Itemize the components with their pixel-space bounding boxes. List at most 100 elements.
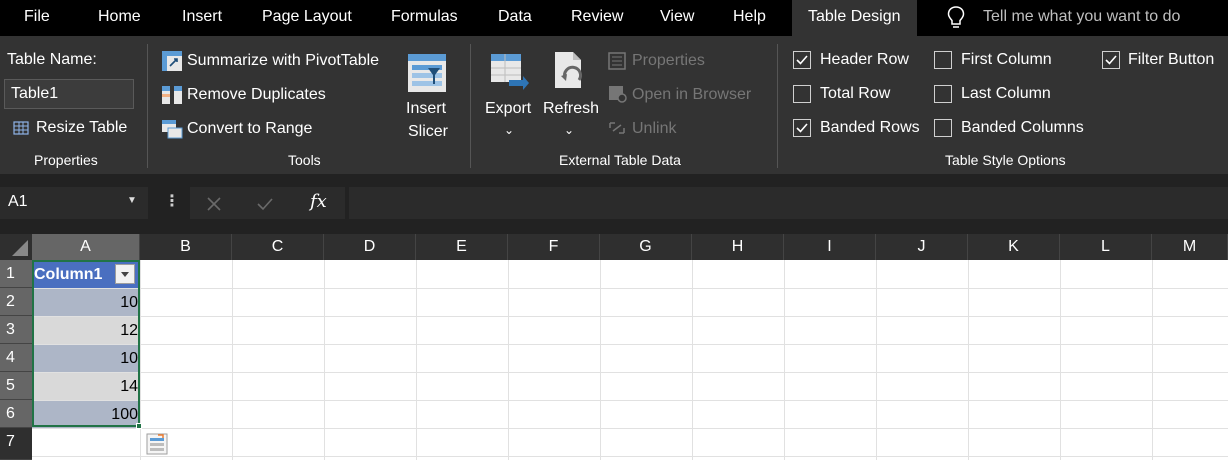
row-header-2[interactable]: 2: [0, 288, 32, 316]
gridline: [32, 288, 1228, 289]
table-row-cell[interactable]: 10: [32, 345, 140, 372]
first-column-checkbox[interactable]: [934, 51, 952, 69]
export-button[interactable]: Export: [485, 99, 531, 119]
insert-slicer-button[interactable]: Insert: [406, 99, 446, 119]
formula-bar-options-icon[interactable]: ⋮: [164, 191, 180, 211]
resize-table-button[interactable]: Resize Table: [36, 118, 127, 138]
row-header-1[interactable]: 1: [0, 260, 32, 288]
pivot-table-icon: [162, 51, 182, 71]
quick-analysis-icon[interactable]: [146, 433, 168, 455]
fill-handle[interactable]: [136, 423, 142, 429]
column-header-b[interactable]: B: [140, 234, 232, 260]
refresh-dropdown-icon[interactable]: ⌄: [564, 120, 574, 140]
column-header-c[interactable]: C: [232, 234, 324, 260]
formula-input[interactable]: [349, 187, 1228, 219]
group-separator: [777, 44, 778, 168]
menu-help[interactable]: Help: [733, 0, 766, 36]
column-header-k[interactable]: K: [968, 234, 1060, 260]
menu-table-design[interactable]: Table Design: [792, 0, 917, 36]
menu-file[interactable]: File: [24, 0, 50, 36]
export-icon: [491, 54, 529, 90]
tell-me-search[interactable]: Tell me what you want to do: [983, 0, 1180, 34]
refresh-button[interactable]: Refresh: [543, 99, 599, 119]
remove-duplicates-button[interactable]: Remove Duplicates: [187, 85, 326, 105]
table-name-label: Table Name:: [7, 51, 97, 68]
menu-review[interactable]: Review: [571, 0, 623, 36]
row-header-5[interactable]: 5: [0, 372, 32, 400]
row-header-3[interactable]: 3: [0, 316, 32, 344]
menu-bar: File Home Insert Page Layout Formulas Da…: [0, 0, 1228, 36]
banded-rows-label: Banded Rows: [820, 119, 920, 136]
name-box-value: A1: [8, 193, 28, 210]
open-in-browser-button[interactable]: Open in Browser: [632, 85, 751, 105]
gridline: [968, 260, 969, 460]
column-header-h[interactable]: H: [692, 234, 784, 260]
convert-to-range-button[interactable]: Convert to Range: [187, 119, 312, 139]
table-row-cell[interactable]: 12: [32, 317, 140, 344]
unlink-icon: [609, 122, 625, 134]
menu-data[interactable]: Data: [498, 0, 532, 36]
menu-page-layout[interactable]: Page Layout: [262, 0, 352, 36]
column-header-e[interactable]: E: [416, 234, 508, 260]
last-column-checkbox[interactable]: [934, 85, 952, 103]
column-header-j[interactable]: J: [876, 234, 968, 260]
table-row-cell[interactable]: 100: [32, 401, 140, 428]
enter-check-icon[interactable]: [256, 196, 274, 212]
row-header-7[interactable]: 7: [0, 428, 32, 460]
select-all-corner[interactable]: [0, 234, 32, 260]
row-header-6[interactable]: 6: [0, 400, 32, 428]
header-row-checkbox[interactable]: [793, 51, 811, 69]
filter-button-label: Filter Button: [1128, 51, 1215, 68]
dropdown-arrow-icon: [121, 272, 129, 277]
banded-columns-label: Banded Columns: [961, 119, 1084, 136]
menu-home[interactable]: Home: [98, 0, 141, 36]
summarize-pivot-button[interactable]: Summarize with PivotTable: [187, 51, 379, 71]
filter-button-checkbox[interactable]: [1102, 51, 1120, 69]
gridline: [416, 260, 417, 460]
banded-columns-checkbox[interactable]: [934, 119, 952, 137]
name-box[interactable]: A1 ▼: [0, 187, 148, 219]
column-header-l[interactable]: L: [1060, 234, 1152, 260]
unlink-button[interactable]: Unlink: [632, 119, 676, 139]
menu-formulas[interactable]: Formulas: [391, 0, 458, 36]
refresh-icon: [555, 52, 583, 88]
table-row-cell[interactable]: 10: [32, 289, 140, 316]
column-header-m[interactable]: M: [1152, 234, 1228, 260]
group-separator: [470, 44, 471, 168]
lightbulb-icon: [947, 6, 965, 28]
column-header-i[interactable]: I: [784, 234, 876, 260]
column-header-a[interactable]: A: [32, 234, 140, 260]
external-group-label: External Table Data: [559, 152, 681, 168]
insert-slicer-button-line2[interactable]: Slicer: [408, 122, 448, 142]
cancel-icon[interactable]: [206, 196, 222, 212]
checkmark-icon: [796, 123, 808, 133]
export-dropdown-icon[interactable]: ⌄: [504, 120, 514, 140]
name-box-dropdown-icon[interactable]: ▼: [127, 195, 137, 206]
gridline: [692, 260, 693, 460]
row-header-4[interactable]: 4: [0, 344, 32, 372]
properties-button[interactable]: Properties: [632, 51, 705, 71]
total-row-checkbox[interactable]: [793, 85, 811, 103]
column-header-f[interactable]: F: [508, 234, 600, 260]
column-header-d[interactable]: D: [324, 234, 416, 260]
ribbon: Table Name: Table1 Resize Table Properti…: [0, 36, 1228, 174]
gridline: [1060, 260, 1061, 460]
menu-view[interactable]: View: [660, 0, 694, 36]
gridline: [324, 260, 325, 460]
group-separator: [147, 44, 148, 168]
table-row-cell[interactable]: 14: [32, 373, 140, 400]
gridline: [784, 260, 785, 460]
gridline: [232, 260, 233, 460]
convert-to-range-icon: [162, 120, 183, 139]
last-column-label: Last Column: [961, 85, 1051, 102]
open-in-browser-icon: [609, 86, 627, 103]
banded-rows-checkbox[interactable]: [793, 119, 811, 137]
insert-function-icon[interactable]: fx: [310, 191, 327, 212]
gridline: [876, 260, 877, 460]
column-header-g[interactable]: G: [600, 234, 692, 260]
gridline: [1152, 260, 1153, 460]
menu-insert[interactable]: Insert: [182, 0, 222, 36]
filter-dropdown-button[interactable]: [115, 264, 135, 284]
header-row-label: Header Row: [820, 51, 909, 68]
table-name-input[interactable]: Table1: [4, 79, 134, 109]
